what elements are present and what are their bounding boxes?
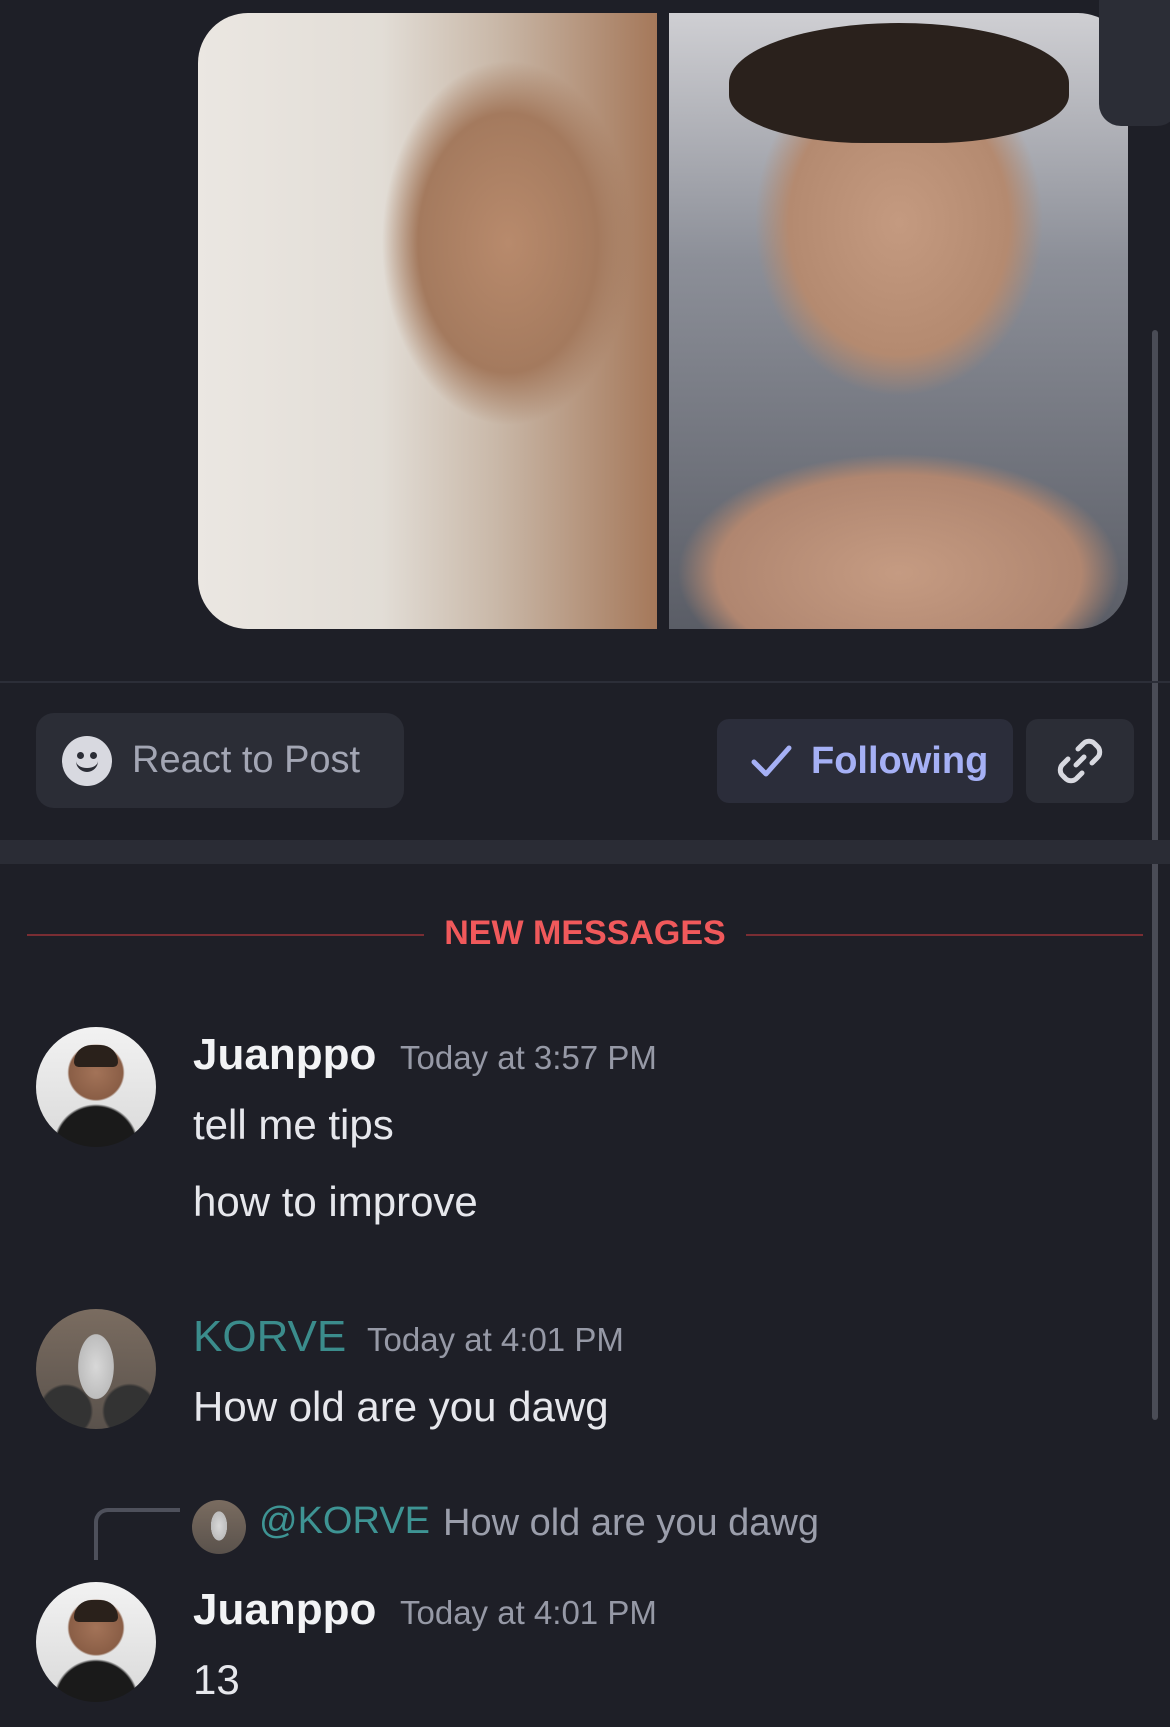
- reply-connector: [94, 1508, 180, 1560]
- side-panel-tab[interactable]: [1099, 0, 1170, 126]
- section-separator: [0, 840, 1170, 864]
- react-to-post-label: React to Post: [132, 739, 361, 781]
- following-label: Following: [811, 739, 989, 782]
- post-image-right[interactable]: [669, 13, 1128, 629]
- reply-mention[interactable]: @KORVE: [259, 1500, 430, 1543]
- new-messages-line-right: [746, 934, 1143, 936]
- message-timestamp: Today at 3:57 PM: [400, 1039, 657, 1076]
- reply-preview-text[interactable]: How old are you dawg: [443, 1502, 819, 1545]
- avatar-juanppo[interactable]: [36, 1027, 156, 1147]
- avatar-juanppo[interactable]: [36, 1582, 156, 1702]
- divider: [0, 681, 1170, 683]
- message-text: tell me tips: [193, 1101, 394, 1148]
- react-to-post-button[interactable]: React to Post: [36, 713, 404, 808]
- scrollbar[interactable]: [1152, 330, 1158, 1420]
- message-text: how to improve: [193, 1178, 478, 1225]
- author-name[interactable]: KORVE: [193, 1312, 346, 1362]
- author-name[interactable]: Juanppo: [193, 1030, 376, 1080]
- link-icon: [1057, 738, 1103, 784]
- message-text: How old are you dawg: [193, 1383, 609, 1430]
- copy-link-button[interactable]: [1026, 719, 1134, 803]
- author-name[interactable]: Juanppo: [193, 1585, 376, 1635]
- following-button[interactable]: Following: [717, 719, 1013, 803]
- checkmark-icon: [751, 745, 792, 777]
- post-image-left[interactable]: [198, 13, 657, 629]
- message-timestamp: Today at 4:01 PM: [367, 1321, 624, 1358]
- new-messages-line-left: [27, 934, 424, 936]
- smiley-icon: [62, 735, 112, 786]
- avatar-korve[interactable]: [36, 1309, 156, 1429]
- message-text: 13: [193, 1656, 240, 1703]
- message-timestamp: Today at 4:01 PM: [400, 1594, 657, 1631]
- reply-avatar-korve[interactable]: [192, 1500, 246, 1554]
- new-messages-label: NEW MESSAGES: [444, 914, 726, 952]
